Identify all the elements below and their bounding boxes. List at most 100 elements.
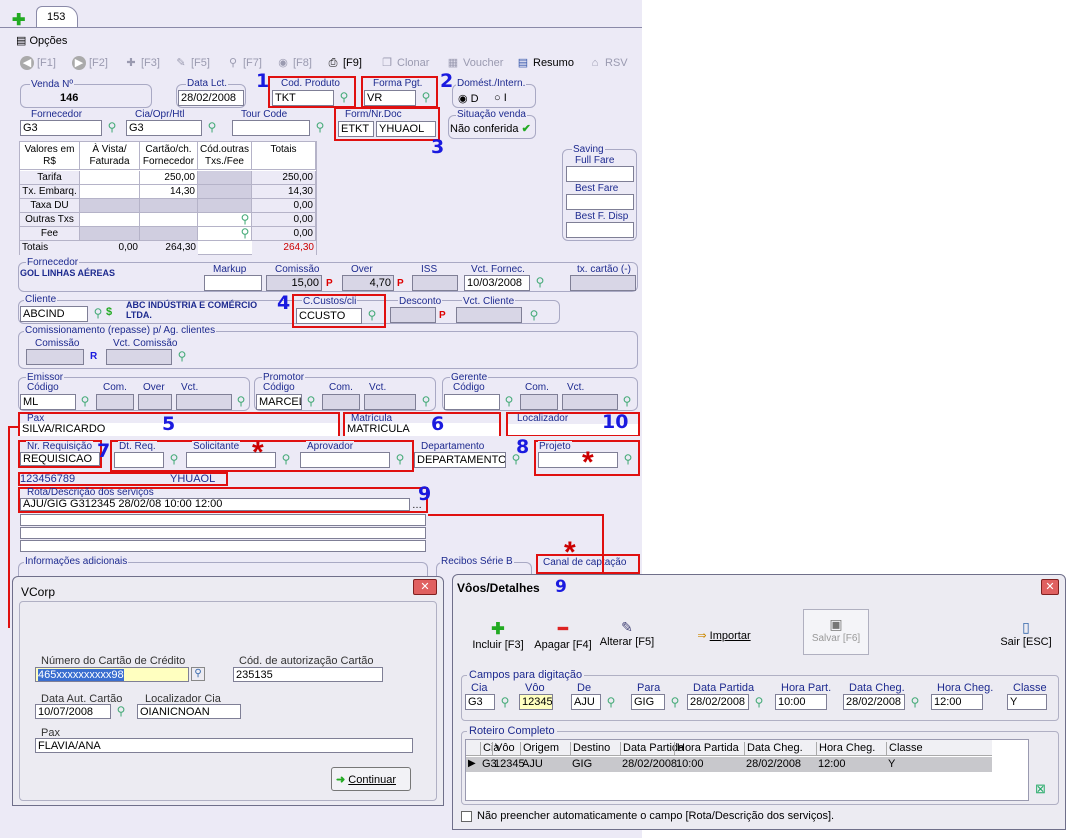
incluir-button[interactable]: ✚ Incluir [F3] [467,619,529,651]
excel-icon[interactable]: ⊠ [1035,781,1046,797]
grid-column-header[interactable]: Origem [520,742,559,756]
rota-field[interactable]: AJU/GIG G312345 28/02/08 10:00 12:00 [20,498,410,511]
tx-cartao-field[interactable] [570,275,636,291]
grid-column-header[interactable]: Hora Partida [674,742,739,756]
valores-cell-cod[interactable] [198,171,252,185]
gerente-search-icon[interactable]: ⚲ [501,393,517,409]
rsv-button[interactable]: ⌂ RSV [588,56,628,70]
voo-field-search-icon[interactable]: ⚲ [667,694,683,710]
f5-button[interactable]: ✎ [F5] [174,56,210,70]
f1-button[interactable]: ◀ [F1] [20,56,56,70]
cia-search-icon[interactable]: ⚲ [204,119,220,135]
valores-cell-vista[interactable] [80,227,140,241]
valores-cell-vista[interactable] [80,213,140,227]
markup-field[interactable] [204,275,262,291]
projeto-field[interactable] [538,452,618,468]
salvar-button[interactable]: ▣ Salvar [F6] [803,609,869,655]
departamento-field[interactable]: DEPARTAMENTO [414,452,506,468]
voo-field-search-icon[interactable]: ⚲ [497,694,513,710]
matricula-field[interactable]: MATRICULA [345,423,499,436]
options-menu[interactable]: ▤ Opções [16,34,67,47]
aprovador-field[interactable] [300,452,390,468]
valores-cell-cartao[interactable]: 250,00 [140,171,198,185]
voo-field-para[interactable]: GIG [631,694,665,710]
vct-fornec-field[interactable]: 10/03/2008 [464,275,530,291]
dtreq-field[interactable] [114,452,164,468]
gerente-vct-icon[interactable]: ⚲ [619,393,635,409]
dollar-icon[interactable]: $ [106,306,112,318]
vct-fornec-icon[interactable]: ⚲ [532,274,548,290]
cartao-field[interactable]: 465xxxxxxxxxx98 [35,667,189,682]
cliente-search-icon[interactable]: ⚲ [90,305,106,321]
continuar-button[interactable]: ➜ Continuar [331,767,411,791]
promotor-vct-icon[interactable]: ⚲ [418,393,434,409]
promotor-search-icon[interactable]: ⚲ [303,393,319,409]
rota-line-2[interactable] [20,514,426,526]
vct-cliente-icon[interactable]: ⚲ [526,307,542,323]
tab-153[interactable]: 153 [36,6,78,28]
voo-field-hc[interactable]: 12:00 [931,694,983,710]
voo-field-hp[interactable]: 10:00 [775,694,827,710]
valores-cell-vista[interactable] [80,199,140,213]
tour-code-field[interactable] [232,120,310,136]
loc-cia-field[interactable]: OIANICNOAN [137,704,241,719]
best-f-disp-field[interactable] [566,222,634,238]
f9-button[interactable]: ⎙ [F9] [326,56,362,70]
vcorp-close-button[interactable]: ✕ [413,579,437,595]
solicitante-search-icon[interactable]: ⚲ [278,451,294,467]
gerente-vct-field[interactable] [562,394,618,410]
projeto-search-icon[interactable]: ⚲ [620,451,636,467]
radio-d[interactable]: ◉ D [458,92,479,105]
repasse-vct-field[interactable] [106,349,172,365]
best-fare-field[interactable] [566,194,634,210]
promotor-com-field[interactable] [322,394,360,410]
repasse-comissao-field[interactable] [26,349,84,365]
comissao-field[interactable]: 15,00 [266,275,322,291]
voo-field-cl[interactable]: Y [1007,694,1047,710]
iss-field[interactable] [412,275,458,291]
emissor-over-field[interactable] [138,394,172,410]
voo-field-search-icon[interactable]: ⚲ [603,694,619,710]
fornecedor-field[interactable]: G3 [20,120,102,136]
cod-outras-search-icon[interactable]: ⚲ [238,226,252,240]
apagar-button[interactable]: ━ Apagar [F4] [531,619,595,651]
repasse-vct-icon[interactable]: ⚲ [174,348,190,364]
valores-cell-vista[interactable] [80,171,140,185]
rota-line-4[interactable] [20,540,426,552]
requisicao-field[interactable]: REQUISICAO [20,452,100,466]
valores-cell-cartao[interactable] [140,199,198,213]
voo-field-dc[interactable]: 28/02/2008 [843,694,905,710]
grid-column-header[interactable]: Data Cheg. [744,742,803,756]
f7-button[interactable]: ⚲ [F7] [226,56,262,70]
vct-cliente-field[interactable] [456,307,522,323]
voo-field-de[interactable]: AJU [571,694,601,710]
fornecedor-search-icon[interactable]: ⚲ [104,119,120,135]
data-aut-field[interactable]: 10/07/2008 [35,704,111,719]
data-lct-field[interactable]: 28/02/2008 [178,90,244,106]
autorizacao-field[interactable]: 235135 [233,667,383,682]
promotor-field[interactable]: MARCEL [256,394,302,410]
emissor-field[interactable]: ML [20,394,76,410]
emissor-com-field[interactable] [96,394,134,410]
radio-i[interactable]: ○ I [494,92,507,104]
sair-button[interactable]: ▯ Sair [ESC] [993,619,1059,648]
cliente-field[interactable]: ABCIND [20,306,88,322]
valores-cell-cod[interactable] [198,185,252,199]
valores-cell-cod[interactable] [198,199,252,213]
voo-field-search-icon[interactable]: ⚲ [751,694,767,710]
promotor-vct-field[interactable] [364,394,416,410]
grid-column-header[interactable]: Hora Cheg. [816,742,875,756]
valores-cell-cartao[interactable] [140,227,198,241]
voo-field-cia[interactable]: G3 [465,694,495,710]
dtreq-icon[interactable]: ⚲ [166,451,182,467]
voo-field-dp[interactable]: 28/02/2008 [687,694,749,710]
voos-close-button[interactable]: ✕ [1041,579,1059,595]
emissor-search-icon[interactable]: ⚲ [77,393,93,409]
f2-button[interactable]: ▶ [F2] [72,56,108,70]
aprovador-search-icon[interactable]: ⚲ [392,451,408,467]
valores-cell-vista[interactable] [80,185,140,199]
voo-field-search-icon[interactable]: ⚲ [907,694,923,710]
data-aut-icon[interactable]: ⚲ [113,703,129,719]
tour-code-search-icon[interactable]: ⚲ [312,119,328,135]
emissor-vct-icon[interactable]: ⚲ [233,393,249,409]
